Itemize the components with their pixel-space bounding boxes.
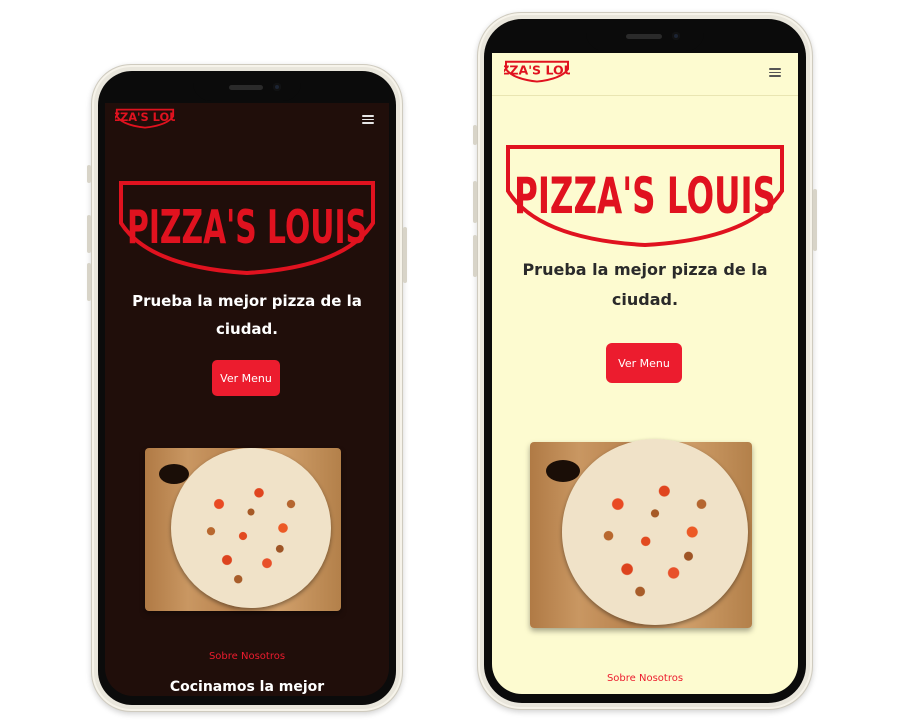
phone-left: PIZZA'S LOUIS PIZZA'S LOUIS Prueba la me… <box>87 64 407 712</box>
screen-light: PIZZA'S LOUIS PIZZA'S LOUIS Prueba la me… <box>492 53 798 694</box>
power-button <box>813 189 817 251</box>
phone-right: PIZZA'S LOUIS PIZZA'S LOUIS Prueba la me… <box>473 12 817 710</box>
phone-notch <box>193 77 301 101</box>
hero-logo: PIZZA'S LOUIS <box>504 143 786 249</box>
pizza-image <box>171 448 331 608</box>
header-bar: PIZZA'S LOUIS <box>492 53 798 96</box>
header-logo-text: PIZZA'S LOUIS <box>115 110 175 124</box>
hero-tagline-line2: ciudad. <box>215 320 278 338</box>
camera-icon <box>672 32 680 40</box>
power-button <box>403 227 407 283</box>
hero-logo: PIZZA'S LOUIS <box>117 179 377 277</box>
hero-tagline: Prueba la mejor pizza de la ciudad. <box>512 255 778 315</box>
view-menu-button[interactable]: Ver Menu <box>606 343 682 383</box>
volume-down-button-2 <box>473 235 477 277</box>
header-logo[interactable]: PIZZA'S LOUIS <box>115 107 175 129</box>
screen-dark: PIZZA'S LOUIS PIZZA'S LOUIS Prueba la me… <box>105 103 389 696</box>
menu-button[interactable] <box>769 68 781 77</box>
hero-tagline: Prueba la mejor pizza de la ciudad. <box>125 287 369 343</box>
about-us-link[interactable]: Sobre Nosotros <box>492 673 798 684</box>
volume-down-button <box>473 181 477 223</box>
hero-logo-text: PIZZA'S LOUIS <box>127 200 367 254</box>
menu-button[interactable] <box>362 115 374 124</box>
header-logo[interactable]: PIZZA'S LOUIS <box>504 59 570 83</box>
view-menu-button[interactable]: Ver Menu <box>212 360 280 396</box>
hero-tagline-line1: Prueba la mejor pizza de la <box>132 292 362 310</box>
hero-tagline-line1: Prueba la mejor pizza de la <box>522 260 768 279</box>
camera-icon <box>273 83 281 91</box>
about-us-link[interactable]: Sobre Nosotros <box>105 651 389 662</box>
hero-logo-text: PIZZA'S LOUIS <box>514 167 776 225</box>
pizza-image <box>562 439 748 625</box>
volume-up-button <box>87 165 91 183</box>
volume-down-button-2 <box>87 263 91 301</box>
header-logo-text: PIZZA'S LOUIS <box>504 62 570 77</box>
about-heading: Cocinamos la mejor <box>169 679 325 695</box>
phone-notch <box>586 25 704 51</box>
volume-down-button <box>87 215 91 253</box>
volume-up-button <box>473 125 477 145</box>
hero-tagline-line2: ciudad. <box>611 290 679 309</box>
